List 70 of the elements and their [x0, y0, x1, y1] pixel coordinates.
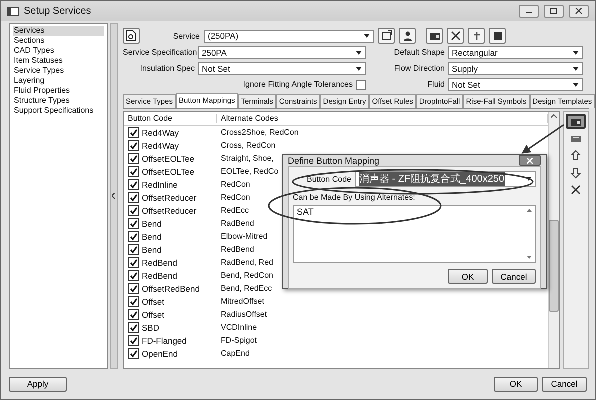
table-cell-text: Bend, RedEcc [220, 284, 272, 293]
table-cell-text: MitredOffset [220, 297, 264, 306]
table-cell-text: RadiusOffset [220, 310, 268, 319]
table-cell: FD-Flanged [124, 335, 187, 346]
table-cell-text: EOLTee, RedCo [220, 167, 279, 176]
sidebar-item[interactable]: Item Statuses [13, 56, 104, 66]
dropdown-field[interactable]: Not Set [448, 78, 583, 91]
table-cell-text: Straight, Shoe, [220, 154, 274, 163]
dropdown-field[interactable]: Not Set [198, 62, 366, 75]
dropdown-field[interactable]: 250PA [198, 46, 366, 59]
table-cell: Bend [124, 231, 162, 242]
table-cell-text: Bend, RedCon [220, 271, 274, 280]
cancel-button[interactable]: Cancel [542, 376, 587, 392]
field-label: Fluid [426, 80, 445, 89]
checkbox-label: Ignore Fitting Angle Tolerances [243, 80, 353, 89]
table-cell-text: RedBend [220, 245, 254, 254]
window-title: Setup Services [24, 6, 92, 16]
service-select[interactable]: (250PA) [204, 30, 374, 42]
table-cell: Offset [124, 309, 165, 320]
sidebar-item[interactable]: Service Types [13, 66, 104, 76]
table-cell: Bend [124, 218, 162, 229]
table-cell-text: RedCon [220, 180, 250, 189]
table-cell-text: Elbow-Mitred [220, 232, 268, 241]
field-label: Flow Direction [393, 64, 445, 73]
table-cell-text: VCDInline [220, 323, 258, 332]
button-code-select[interactable]: 消声器 - ZF阻抗复合式_400x250 [355, 171, 536, 187]
field-label: Service [172, 32, 200, 40]
field-label: Can be Made By Using Alternates: [293, 193, 416, 202]
table-cell-text: Cross2Shoe, RedCon [220, 128, 299, 137]
table-cell: Red4Way [124, 140, 180, 151]
field-label: Default Shape [393, 48, 445, 57]
table-cell-text: FD-Spigot [220, 336, 258, 345]
table-cell: SBD [124, 322, 160, 333]
field-label: Service Specification [123, 48, 195, 57]
table-cell: Offset [124, 296, 165, 307]
table-cell: OffsetReducer [124, 205, 197, 216]
table-cell: Bend [124, 244, 162, 255]
sidebar-item[interactable]: Fluid Properties [13, 86, 104, 96]
table-cell: OffsetRedBend [124, 283, 200, 294]
sidebar-item[interactable]: Sections [13, 36, 104, 46]
dropdown-field[interactable]: Supply [448, 62, 583, 75]
ok-button[interactable]: OK [494, 376, 538, 392]
apply-button[interactable]: Apply [9, 376, 67, 392]
sidebar-item[interactable]: Support Specifications [13, 106, 104, 116]
dialog-title: Define Button Mapping [288, 156, 380, 166]
table-cell-text: RedCon [220, 193, 250, 202]
table-cell: RedBend [124, 270, 178, 281]
sidebar-item[interactable]: Layering [13, 76, 104, 86]
sidebar-item[interactable]: Services [13, 26, 104, 36]
dialog-button[interactable]: Cancel [492, 269, 536, 284]
table-cell: OffsetEOLTee [124, 166, 195, 177]
column-header[interactable]: Button Code [124, 114, 217, 123]
dropdown-field[interactable]: Rectangular [448, 46, 583, 59]
dialog-button[interactable]: OK [448, 269, 488, 284]
table-cell: RedInline [124, 179, 178, 190]
field-label: Insulation Spec [139, 64, 195, 73]
table-cell-text: CapEnd [220, 349, 250, 358]
table-cell: Red4Way [124, 127, 180, 138]
table-cell: OffsetEOLTee [124, 153, 195, 164]
sidebar-item[interactable]: CAD Types [13, 46, 104, 56]
table-cell-text: RadBend, Red [220, 258, 274, 267]
sidebar-item[interactable]: Structure Types [13, 96, 104, 106]
field-label: Button Code [307, 174, 352, 184]
table-cell: RedBend [124, 257, 178, 268]
table-cell-text: Cross, RedCon [220, 141, 276, 150]
table-cell: OpenEnd [124, 348, 178, 359]
table-cell: OffsetReducer [124, 192, 197, 203]
table-cell-text: RadBend [220, 219, 254, 228]
alternates-field[interactable]: SAT [293, 205, 536, 263]
table-cell-text: RedEcc [220, 206, 250, 215]
